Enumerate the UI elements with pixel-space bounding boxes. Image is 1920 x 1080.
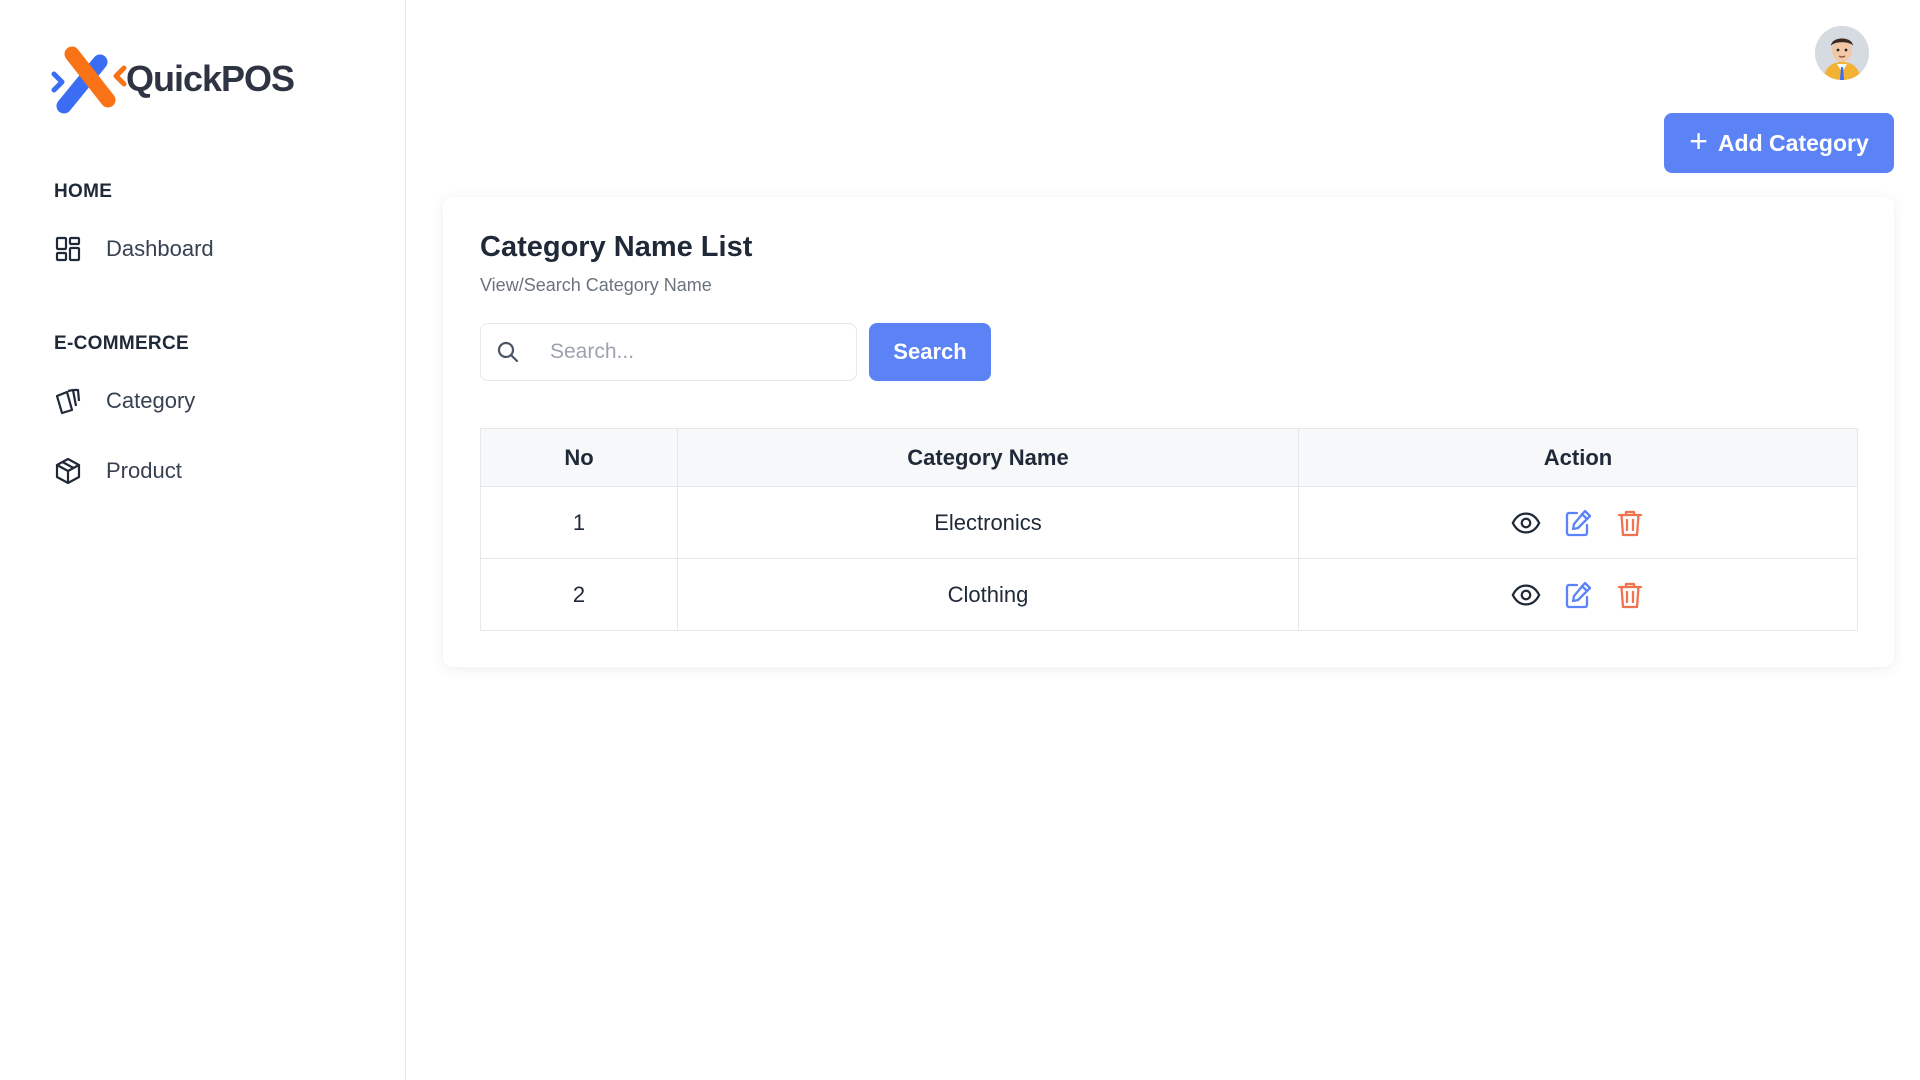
- box-cube-icon: [54, 457, 82, 485]
- section-title-home: HOME: [54, 181, 113, 202]
- search-button[interactable]: Search: [869, 323, 991, 381]
- section-title-ecommerce: E-COMMERCE: [54, 333, 189, 354]
- cell-actions: [1298, 558, 1858, 631]
- cell-category-name: Electronics: [677, 486, 1299, 559]
- sidebar-item-label: Category: [106, 388, 196, 413]
- add-category-button[interactable]: + Add Category: [1664, 113, 1894, 173]
- logo-text: QuickPOS: [126, 58, 295, 99]
- edit-pencil-icon[interactable]: [1562, 507, 1594, 539]
- table-row: 1 Electronics: [480, 486, 1858, 559]
- edit-pencil-icon[interactable]: [1562, 579, 1594, 611]
- sidebar-item-category[interactable]: Category: [54, 381, 354, 421]
- search-icon: [496, 340, 520, 364]
- add-category-label: Add Category: [1717, 129, 1869, 156]
- trash-delete-icon[interactable]: [1614, 579, 1646, 611]
- cell-no: 2: [480, 558, 678, 631]
- category-tags-icon: [54, 387, 82, 415]
- dashboard-grid-icon: [54, 235, 82, 263]
- sidebar-item-dashboard[interactable]: Dashboard: [54, 229, 354, 269]
- trash-delete-icon[interactable]: [1614, 507, 1646, 539]
- quickpos-logo-icon: [51, 46, 127, 114]
- avatar-image: [1815, 26, 1869, 80]
- column-header-category-name: Category Name: [677, 428, 1299, 487]
- category-list-card: Category Name List View/Search Category …: [443, 197, 1894, 667]
- sidebar: QuickPOS HOME Dashboard E-COMMERCE Categ…: [0, 0, 406, 1080]
- eye-view-icon[interactable]: [1510, 507, 1542, 539]
- cell-category-name: Clothing: [677, 558, 1299, 631]
- sidebar-item-label: Dashboard: [106, 236, 214, 261]
- table-header-row: No Category Name Action: [480, 428, 1858, 487]
- search-field[interactable]: [480, 323, 857, 381]
- cell-actions: [1298, 486, 1858, 559]
- column-header-no: No: [480, 428, 678, 487]
- page-subtitle: View/Search Category Name: [480, 275, 712, 295]
- eye-view-icon[interactable]: [1510, 579, 1542, 611]
- logo[interactable]: QuickPOS: [50, 40, 295, 118]
- search-input[interactable]: [550, 340, 830, 364]
- sidebar-item-product[interactable]: Product: [54, 451, 354, 491]
- user-avatar[interactable]: [1815, 26, 1869, 80]
- cell-no: 1: [480, 486, 678, 559]
- column-header-action: Action: [1298, 428, 1858, 487]
- sidebar-item-label: Product: [106, 458, 182, 483]
- plus-icon: +: [1689, 123, 1708, 159]
- page-title: Category Name List: [480, 231, 753, 263]
- table-row: 2 Clothing: [480, 558, 1858, 631]
- category-table: No Category Name Action 1 Electronics 2 …: [480, 428, 1858, 631]
